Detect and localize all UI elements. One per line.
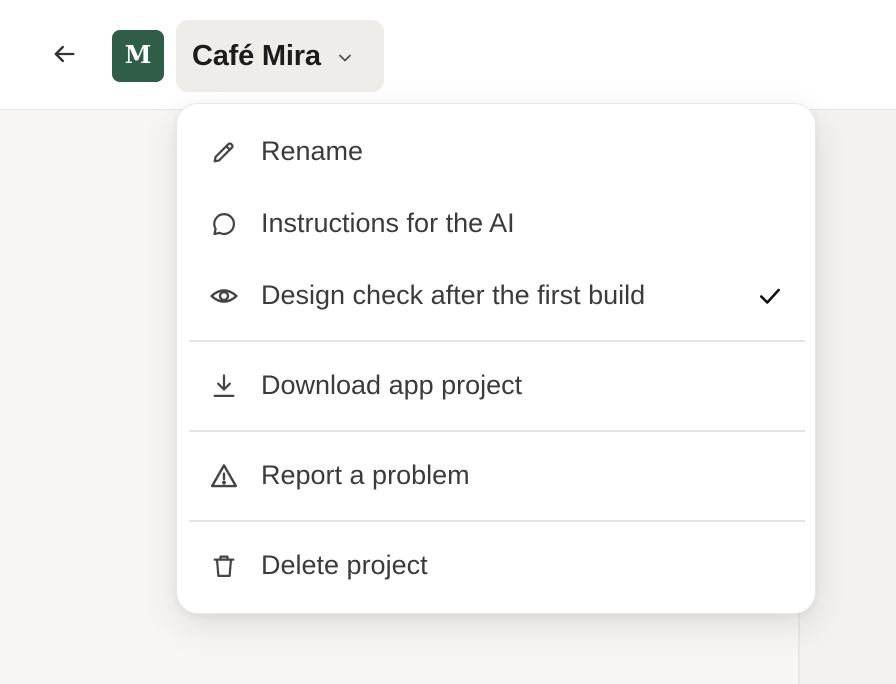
menu-item-rename[interactable]: Rename: [189, 115, 805, 187]
eye-icon: [209, 281, 239, 311]
menu-item-label: Rename: [261, 135, 364, 166]
menu-item-instructions[interactable]: Instructions for the AI: [189, 187, 805, 259]
back-button[interactable]: [44, 36, 84, 76]
project-menu: Rename Instructions for the AI Design ch…: [176, 103, 816, 614]
menu-item-delete[interactable]: Delete project: [189, 529, 805, 601]
avatar-letter: M: [124, 39, 152, 69]
project-switcher-button[interactable]: Café Mira: [176, 20, 384, 92]
menu-item-report-problem[interactable]: Report a problem: [189, 439, 805, 511]
project-avatar: M: [112, 30, 164, 82]
arrow-left-icon: [50, 40, 78, 73]
menu-item-label: Instructions for the AI: [261, 207, 515, 238]
checkmark-icon: [755, 281, 785, 311]
warning-triangle-icon: [209, 461, 239, 491]
menu-item-label: Report a problem: [261, 459, 470, 490]
trash-icon: [209, 551, 239, 581]
menu-divider: [189, 340, 805, 342]
menu-item-label: Design check after the first build: [261, 279, 646, 310]
chevron-down-icon: [335, 48, 355, 68]
menu-item-design-check[interactable]: Design check after the first build: [189, 259, 805, 331]
project-name: Café Mira: [192, 39, 321, 72]
menu-item-download[interactable]: Download app project: [189, 349, 805, 421]
pencil-icon: [209, 137, 239, 167]
speech-bubble-icon: [209, 209, 239, 239]
menu-divider: [189, 520, 805, 522]
menu-item-label: Delete project: [261, 549, 428, 580]
download-icon: [209, 371, 239, 401]
top-bar: M Café Mira: [0, 0, 896, 110]
menu-item-label: Download app project: [261, 369, 523, 400]
menu-divider: [189, 430, 805, 432]
